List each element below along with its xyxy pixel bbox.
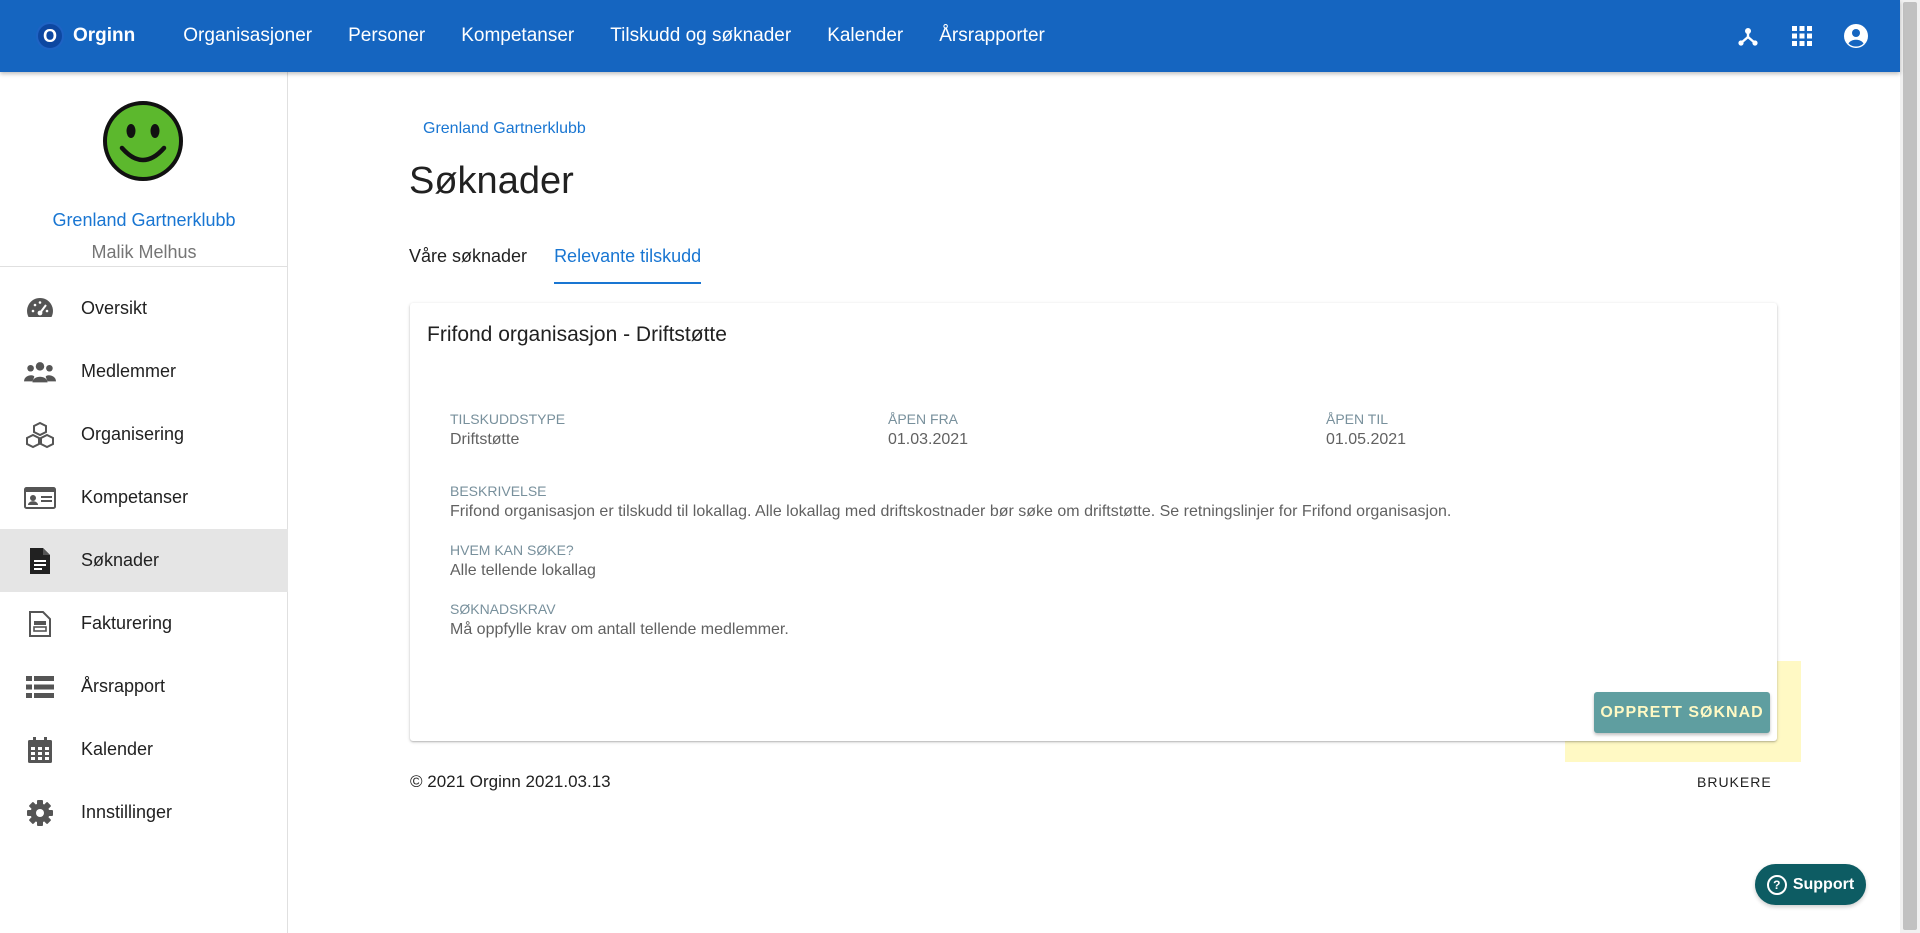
who-can-apply-field: HVEM KAN SØKE? Alle tellende lokallag [450, 541, 596, 581]
sidebar-item-label: Oversikt [81, 298, 148, 318]
sidebar-menu: Oversikt Medlemmer Organisering Kompetan… [0, 277, 288, 844]
help-icon: ? [1766, 874, 1787, 895]
open-from-value: 01.03.2021 [888, 431, 969, 448]
sidebar-item-label: Fakturering [81, 613, 173, 633]
cubes-icon [24, 419, 56, 451]
sidebar: Grenland Gartnerklubb Malik Melhus Overs… [0, 72, 288, 933]
sidebar-item-organisering[interactable]: Organisering [0, 403, 288, 466]
sidebar-item-soknader[interactable]: Søknader [0, 529, 288, 592]
calendar-icon [24, 734, 56, 766]
people-icon [24, 356, 56, 388]
open-from-label: ÅPEN FRA [888, 411, 959, 427]
top-actions [1708, 0, 1870, 72]
sidebar-item-arsrapport[interactable]: Årsrapport [0, 655, 288, 718]
sidebar-item-label: Kompetanser [81, 487, 189, 507]
sidebar-divider [0, 266, 288, 267]
breadcrumb[interactable]: Grenland Gartnerklubb [423, 120, 586, 138]
id-card-icon [24, 482, 56, 514]
grant-title: Frifond organisasjon - Driftstøtte [427, 323, 727, 346]
document-icon [24, 545, 56, 577]
description-label: BESKRIVELSE [450, 483, 547, 499]
list-icon [24, 671, 56, 703]
sidebar-item-label: Årsrapport [81, 676, 166, 696]
grant-type-label: TILSKUDDSTYPE [450, 411, 566, 427]
sidebar-item-oversikt[interactable]: Oversikt [0, 277, 288, 340]
sidebar-org-name[interactable]: Grenland Gartnerklubb [0, 210, 288, 231]
gear-icon [24, 797, 56, 829]
apps-grid-icon[interactable] [1788, 22, 1816, 50]
support-label: Support [1792, 875, 1855, 893]
sidebar-item-fakturering[interactable]: Fakturering [0, 592, 288, 655]
hub-icon[interactable] [1734, 22, 1762, 50]
sidebar-item-kalender[interactable]: Kalender [0, 718, 288, 781]
app-logo[interactable]: O Orginn [36, 22, 135, 50]
smiley-face-icon [102, 100, 184, 182]
description-field: BESKRIVELSE Frifond organisasjon er tils… [450, 482, 1451, 522]
topnav-kompetanser[interactable]: Kompetanser [461, 25, 574, 47]
sidebar-item-label: Organisering [81, 424, 185, 444]
sidebar-item-innstillinger[interactable]: Innstillinger [0, 781, 288, 844]
create-application-button[interactable]: OPPRETT SØKNAD [1594, 692, 1770, 733]
page-title: Søknader [409, 160, 574, 202]
invoice-icon [24, 608, 56, 640]
footer-users-link[interactable]: BRUKERE [1697, 774, 1772, 790]
sidebar-item-label: Kalender [81, 739, 154, 759]
requirements-label: SØKNADSKRAV [450, 601, 556, 617]
account-circle-icon[interactable] [1842, 22, 1870, 50]
support-button[interactable]: ? Support [1755, 864, 1866, 905]
who-can-apply-value: Alle tellende lokallag [450, 562, 596, 579]
sidebar-item-label: Medlemmer [81, 361, 177, 381]
topnav-tilskudd-og-soknader[interactable]: Tilskudd og søknader [610, 25, 791, 47]
description-value: Frifond organisasjon er tilskudd til lok… [450, 503, 1452, 520]
requirements-value: Må oppfylle krav om antall tellende medl… [450, 621, 789, 638]
app-name: Orginn [73, 25, 136, 46]
sidebar-item-kompetanser[interactable]: Kompetanser [0, 466, 288, 529]
topnav-kalender[interactable]: Kalender [827, 25, 903, 47]
top-navigation: Organisasjoner Personer Kompetanser Tils… [165, 25, 1063, 47]
open-to-label: ÅPEN TIL [1326, 411, 1388, 427]
open-to-value: 01.05.2021 [1326, 431, 1407, 448]
top-app-bar: O Orginn Organisasjoner Personer Kompeta… [0, 0, 1900, 72]
speedometer-icon [24, 293, 56, 325]
scrollbar-thumb[interactable] [1903, 2, 1917, 930]
topnav-organisasjoner[interactable]: Organisasjoner [183, 25, 312, 47]
footer-copyright: © 2021 Orginn 2021.03.13 [410, 772, 611, 791]
requirements-field: SØKNADSKRAV Må oppfylle krav om antall t… [450, 600, 789, 640]
topnav-arsrapporter[interactable]: Årsrapporter [939, 25, 1045, 47]
grant-type-value: Driftstøtte [450, 431, 520, 448]
logo-badge: O [36, 22, 64, 50]
open-to-field: ÅPEN TIL 01.05.2021 [1326, 410, 1406, 450]
grant-card: Frifond organisasjon - Driftstøtte TILSK… [410, 303, 1777, 741]
open-from-field: ÅPEN FRA 01.03.2021 [888, 410, 968, 450]
topnav-personer[interactable]: Personer [348, 25, 425, 47]
sidebar-item-label: Søknader [81, 550, 160, 570]
sidebar-user-name: Malik Melhus [91, 242, 197, 262]
page-scrollbar[interactable] [1900, 0, 1920, 933]
sidebar-item-medlemmer[interactable]: Medlemmer [0, 340, 288, 403]
tab-bar: Våre søknader Relevante tilskudd [409, 246, 702, 284]
tab-relevante-tilskudd[interactable]: Relevante tilskudd [554, 246, 702, 284]
sidebar-item-label: Innstillinger [81, 802, 173, 822]
grant-type-field: TILSKUDDSTYPE Driftstøtte [450, 410, 565, 450]
who-can-apply-label: HVEM KAN SØKE? [450, 542, 574, 558]
tab-vare-soknader[interactable]: Våre søknader [409, 246, 527, 284]
